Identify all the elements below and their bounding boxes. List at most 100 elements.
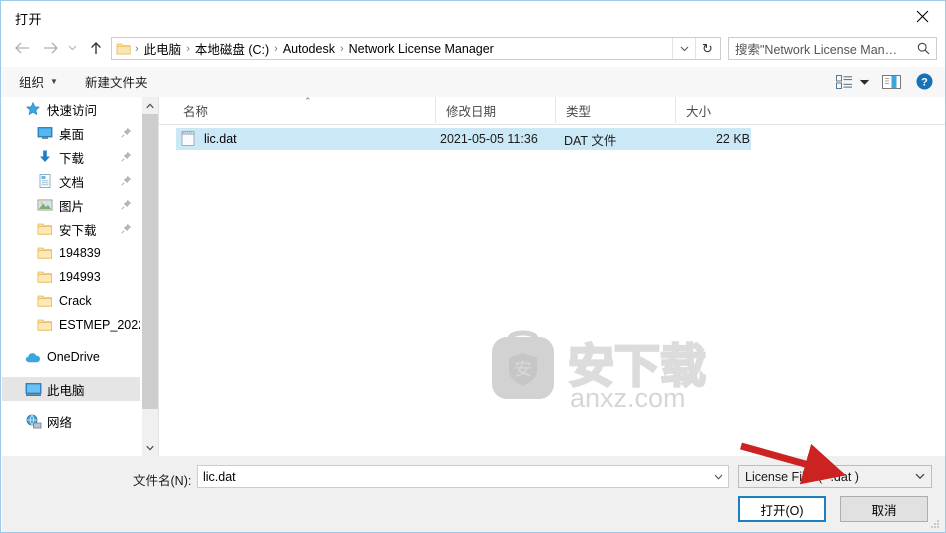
- sidebar-item-label: 图片: [59, 199, 85, 214]
- folder-icon: [36, 316, 54, 334]
- star-pin-icon: [24, 100, 42, 118]
- folder-tree: 快速访问 桌面 下载 文档 图片 安下载 194839 194993 Crack…: [2, 97, 140, 433]
- svg-text:?: ?: [921, 77, 928, 89]
- pin-icon[interactable]: [121, 175, 132, 186]
- breadcrumb-item-2[interactable]: Autodesk: [279, 42, 339, 56]
- preview-pane-icon: [882, 74, 901, 89]
- filename-field[interactable]: lic.dat: [197, 465, 729, 488]
- pin-icon[interactable]: [121, 199, 132, 210]
- address-dropdown-button[interactable]: [672, 38, 695, 59]
- network-icon: [24, 412, 42, 430]
- search-icon: [917, 42, 936, 55]
- recent-locations-button[interactable]: [63, 33, 81, 63]
- chevron-down-icon: [680, 46, 688, 51]
- column-header-size[interactable]: 大小: [676, 97, 751, 123]
- sidebar-item-anxiazai[interactable]: 安下载: [2, 217, 140, 241]
- navigation-pane: 快速访问 桌面 下载 文档 图片 安下载 194839 194993 Crack…: [2, 97, 154, 456]
- site-watermark: 安 安下载 anxz.com: [484, 325, 734, 425]
- sidebar-item-label: 此电脑: [47, 383, 85, 398]
- sidebar-item-194993[interactable]: 194993: [2, 265, 140, 289]
- breadcrumb-item-1[interactable]: 本地磁盘 (C:): [191, 39, 273, 58]
- sidebar-item-documents[interactable]: 文档: [2, 169, 140, 193]
- command-bar: 组织 ▼ 新建文件夹 ?: [1, 67, 945, 97]
- chevron-down-icon: [860, 79, 869, 85]
- back-button[interactable]: [9, 33, 35, 63]
- sidebar-item-downloads[interactable]: 下载: [2, 145, 140, 169]
- cancel-button-label: 取消: [871, 503, 897, 518]
- refresh-icon: ↻: [702, 40, 713, 56]
- sidebar-item-pictures[interactable]: 图片: [2, 193, 140, 217]
- file-name: lic.dat: [204, 132, 237, 146]
- watermark-badge-char: 安: [515, 360, 532, 379]
- this-pc-icon: [24, 380, 42, 398]
- sidebar-item-label: 安下载: [59, 223, 97, 238]
- scrollbar-thumb[interactable]: [142, 114, 158, 409]
- file-type: DAT 文件: [564, 133, 617, 148]
- column-header-name[interactable]: ⌃ 名称: [173, 97, 436, 123]
- sidebar-item-label: OneDrive: [47, 350, 100, 364]
- column-label: 类型: [566, 104, 592, 119]
- file-type-value: License Files( *.dat ): [745, 469, 859, 484]
- forward-button[interactable]: [37, 33, 63, 63]
- view-options-button[interactable]: [836, 67, 853, 96]
- pictures-icon: [36, 196, 54, 214]
- sort-ascending-icon: ⌃: [304, 97, 312, 106]
- new-folder-button[interactable]: 新建文件夹: [85, 67, 148, 96]
- view-list-icon: [836, 74, 852, 89]
- document-icon: [36, 172, 54, 190]
- search-input[interactable]: 搜索"Network License Man…: [729, 39, 917, 58]
- sidebar-item-desktop[interactable]: 桌面: [2, 121, 140, 145]
- filename-dropdown-button[interactable]: [708, 466, 728, 487]
- chevron-down-icon: [909, 473, 931, 480]
- column-header-date[interactable]: 修改日期: [436, 97, 556, 123]
- up-button[interactable]: [83, 33, 109, 63]
- folder-icon: [36, 244, 54, 262]
- table-row[interactable]: lic.dat 2021-05-05 11:36 DAT 文件 22 KB: [176, 128, 751, 150]
- sidebar-item-onedrive[interactable]: OneDrive: [2, 345, 140, 369]
- sidebar-item-crack[interactable]: Crack: [2, 289, 140, 313]
- column-header-row: ⌃ 名称 修改日期 类型 大小: [159, 97, 945, 125]
- file-list-pane: ⌃ 名称 修改日期 类型 大小 lic.dat 2021-05-05 11:36…: [159, 97, 945, 456]
- sidebar-item-quick-access[interactable]: 快速访问: [2, 97, 140, 121]
- breadcrumb-item-0[interactable]: 此电脑: [140, 39, 186, 58]
- folder-icon: [36, 268, 54, 286]
- sidebar-item-194839[interactable]: 194839: [2, 241, 140, 265]
- close-icon: [916, 10, 928, 22]
- title-bar: 打开: [1, 1, 945, 33]
- file-modified-date: 2021-05-05 11:36: [440, 132, 538, 146]
- chevron-down-icon: [146, 445, 154, 450]
- open-button-label: 打开(O): [760, 503, 804, 518]
- sidebar-item-label: 194839: [59, 246, 101, 260]
- pin-icon[interactable]: [121, 223, 132, 234]
- new-folder-label: 新建文件夹: [85, 76, 148, 90]
- sidebar-item-label: 文档: [59, 175, 85, 190]
- arrow-up-icon: [91, 41, 101, 54]
- organize-button[interactable]: 组织 ▼: [19, 67, 58, 96]
- refresh-button[interactable]: ↻: [695, 38, 719, 59]
- sidebar-item-network[interactable]: 网络: [2, 409, 140, 433]
- search-box[interactable]: 搜索"Network License Man…: [728, 37, 937, 60]
- resize-grip-icon[interactable]: [930, 518, 940, 528]
- breadcrumb-item-3[interactable]: Network License Manager: [345, 42, 498, 56]
- scroll-up-button[interactable]: [142, 97, 158, 114]
- cancel-button[interactable]: 取消: [840, 496, 928, 522]
- help-button[interactable]: ?: [916, 67, 933, 96]
- dialog-title: 打开: [15, 12, 43, 27]
- column-label: 大小: [686, 104, 712, 119]
- close-button[interactable]: [899, 1, 945, 31]
- sidebar-item-this-pc[interactable]: 此电脑: [2, 377, 140, 401]
- address-bar[interactable]: › 此电脑 › 本地磁盘 (C:) › Autodesk › Network L…: [111, 37, 721, 60]
- open-button[interactable]: 打开(O): [738, 496, 826, 522]
- chevron-up-icon: [146, 103, 154, 108]
- navigation-pane-scrollbar[interactable]: [142, 97, 158, 456]
- column-header-type[interactable]: 类型: [556, 97, 676, 123]
- sidebar-item-estmep[interactable]: ESTMEP_2022_: [2, 313, 140, 337]
- file-type-dropdown[interactable]: License Files( *.dat ): [738, 465, 932, 488]
- folder-icon: [116, 42, 132, 56]
- scroll-down-button[interactable]: [142, 439, 158, 456]
- preview-pane-button[interactable]: [882, 67, 901, 96]
- pin-icon[interactable]: [121, 151, 132, 162]
- pin-icon[interactable]: [121, 127, 132, 138]
- view-dropdown-button[interactable]: [860, 67, 869, 96]
- chevron-down-icon: [68, 45, 76, 51]
